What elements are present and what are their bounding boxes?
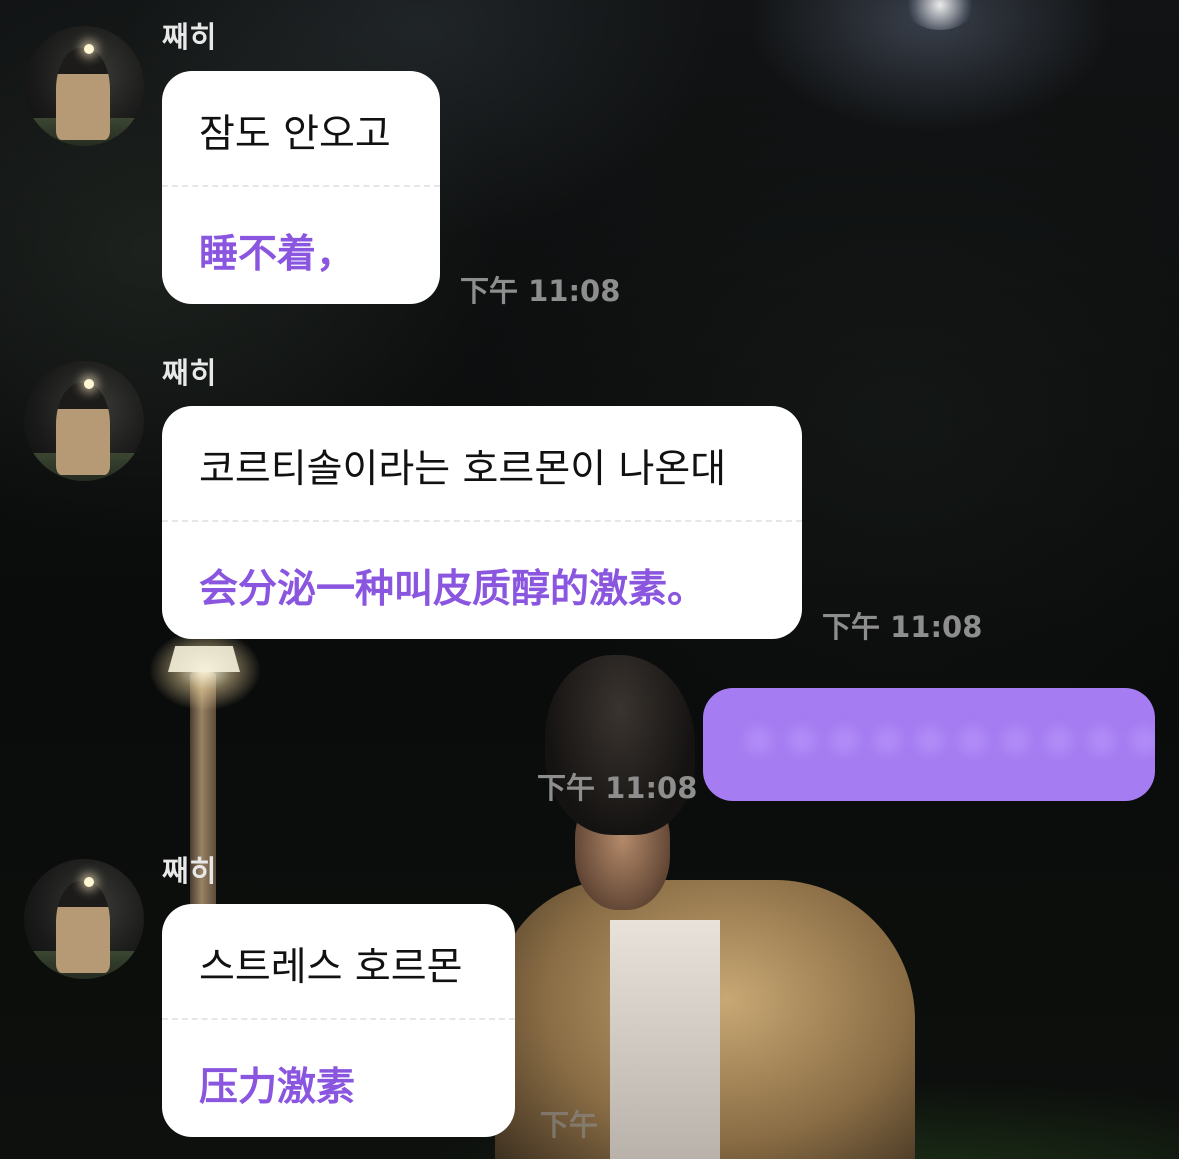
lamp-head	[168, 646, 240, 672]
message-bubble[interactable]: 코르티솔이라는 호르몬이 나온대 会分泌一种叫皮质醇的激素。	[162, 406, 802, 639]
own-message-time: 下午 11:08	[537, 771, 698, 805]
message-bubble[interactable]: 잠도 안오고 睡不着，	[162, 71, 440, 304]
own-message-text-blurred: ● ● ● ● ● ● ● ● ● ●	[743, 718, 1155, 759]
translation-divider	[162, 520, 802, 522]
translation-divider	[162, 1018, 515, 1020]
message-bubble[interactable]: 스트레스 호르몬 压力激素	[162, 904, 515, 1137]
sender-name: 째히	[162, 356, 218, 390]
sender-avatar[interactable]	[24, 361, 144, 481]
person-hair	[545, 655, 695, 835]
message-time: 下午 11:08	[822, 610, 983, 644]
person-shirt	[610, 920, 720, 1159]
own-message-bubble[interactable]: ● ● ● ● ● ● ● ● ● ●	[703, 688, 1155, 801]
sender-avatar[interactable]	[24, 26, 144, 146]
translation-text: 压力激素	[199, 1065, 356, 1110]
translation-text: 会分泌一种叫皮质醇的激素。	[199, 567, 707, 612]
message-time: 下午	[540, 1108, 599, 1142]
sender-name: 째히	[162, 20, 218, 54]
avatar-light	[84, 877, 94, 887]
message-text: 스트레스 호르몬	[199, 945, 463, 990]
avatar-light	[84, 44, 94, 54]
translation-divider	[162, 185, 440, 187]
avatar-light	[84, 379, 94, 389]
message-text: 코르티솔이라는 호르몬이 나온대	[199, 447, 727, 492]
message-text: 잠도 안오고	[199, 112, 391, 157]
avatar-figure	[56, 383, 110, 475]
sender-avatar[interactable]	[24, 859, 144, 979]
sender-name: 째히	[162, 854, 218, 888]
translation-text: 睡不着，	[199, 232, 356, 277]
avatar-figure	[56, 48, 110, 140]
message-time: 下午 11:08	[460, 274, 621, 308]
avatar-figure	[56, 881, 110, 973]
